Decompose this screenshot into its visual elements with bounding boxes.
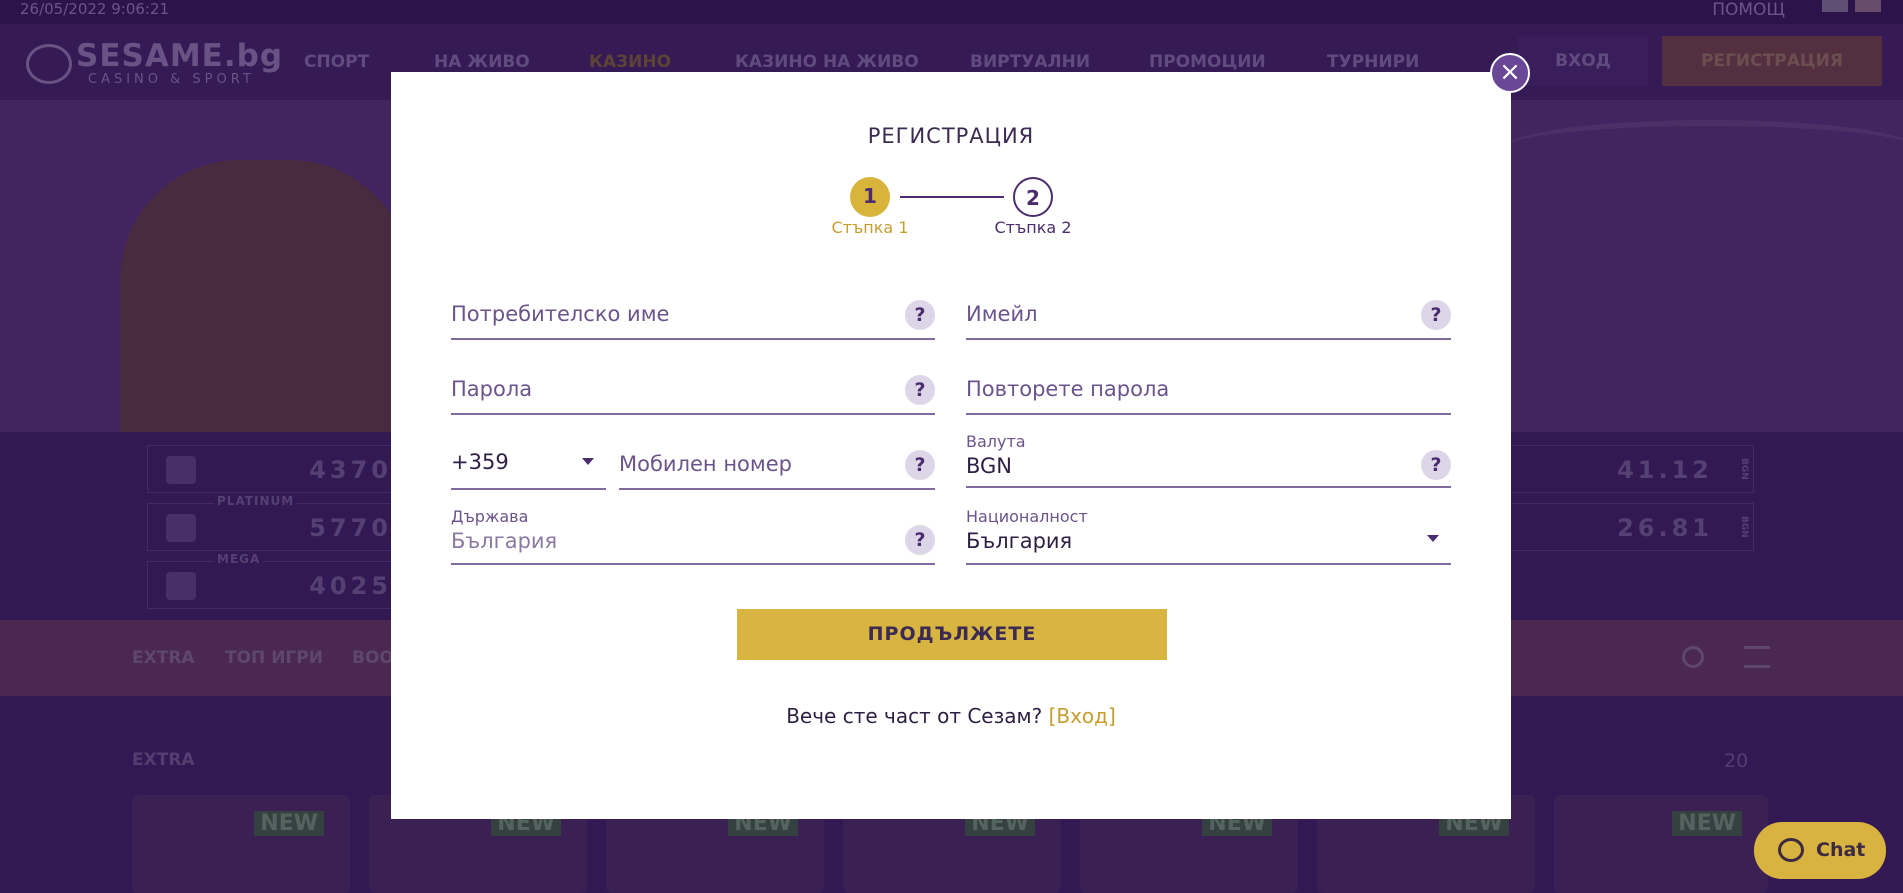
help-icon[interactable]: ? [1421,300,1451,330]
phone-code-value: +359 [451,450,509,474]
country-value: България [451,529,558,553]
email-field[interactable]: Имейл ? [966,280,1451,340]
phone-code-select[interactable]: +359 [451,430,606,490]
step-1-label: Стъпка 1 [831,218,909,237]
username-field[interactable]: Потребителско име ? [451,280,935,340]
login-link[interactable]: [Вход] [1049,704,1116,728]
currency-field[interactable]: Валута BGN ? [966,430,1451,488]
close-icon[interactable]: × [1490,53,1530,93]
password-field[interactable]: Парола ? [451,355,935,415]
continue-button[interactable]: ПРОДЪЛЖЕТЕ [737,609,1167,660]
nationality-label: Националност [966,507,1088,526]
repeat-password-placeholder: Повторете парола [966,377,1170,401]
nationality-value: България [966,529,1073,553]
help-icon[interactable]: ? [905,375,935,405]
already-member-label: Вече сте част от Сезам? [786,704,1043,728]
help-icon[interactable]: ? [905,300,935,330]
chat-bubble-icon [1778,838,1804,862]
step-1-indicator: 1 [850,177,890,217]
chat-button[interactable]: Chat [1754,822,1886,879]
chevron-down-icon [582,458,594,465]
mobile-field[interactable]: Мобилен номер ? [619,430,935,490]
currency-label: Валута [966,432,1026,451]
help-icon[interactable]: ? [905,450,935,480]
repeat-password-field[interactable]: Повторете парола [966,355,1451,415]
currency-value: BGN [966,454,1013,478]
mobile-placeholder: Мобилен номер [619,452,792,476]
chevron-down-icon [1427,535,1439,542]
step-2-indicator: 2 [1013,177,1053,217]
password-placeholder: Парола [451,377,533,401]
step-2-label: Стъпка 2 [994,218,1072,237]
help-icon[interactable]: ? [1421,450,1451,480]
step-connector [900,196,1004,198]
country-field[interactable]: Държава България ? [451,505,935,565]
help-icon[interactable]: ? [905,525,935,555]
username-placeholder: Потребителско име [451,302,670,326]
email-placeholder: Имейл [966,302,1038,326]
modal-title: РЕГИСТРАЦИЯ [867,124,1035,148]
nationality-select[interactable]: Националност България [966,505,1451,565]
country-label: Държава [451,507,529,526]
chat-label: Chat [1816,839,1866,861]
registration-modal: РЕГИСТРАЦИЯ 1 2 Стъпка 1 Стъпка 2 Потреб… [391,72,1511,819]
already-member-text: Вече сте част от Сезам? [Вход] [391,704,1511,728]
